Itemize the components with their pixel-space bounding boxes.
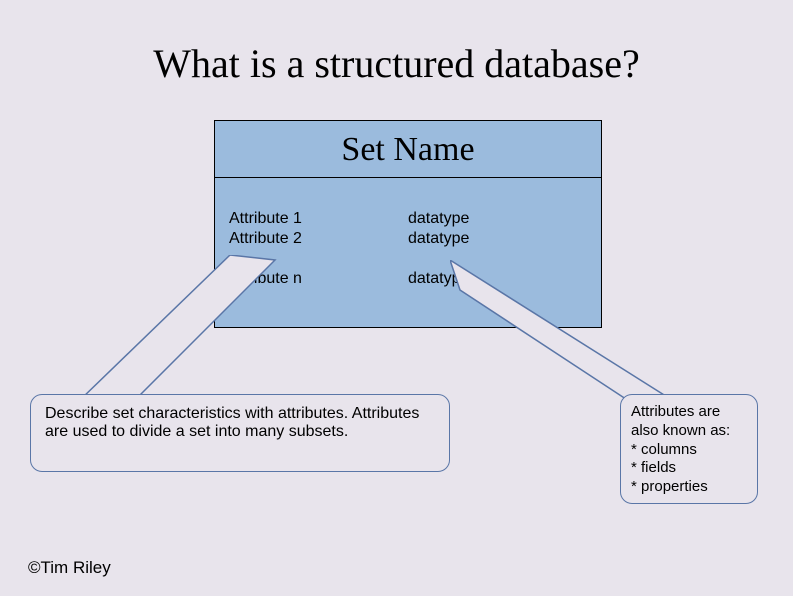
callout-right-item-2: fields: [641, 459, 676, 476]
attr-ellipsis: …: [229, 250, 587, 268]
set-box: Set Name Attribute 1 datatype Attribute …: [214, 120, 602, 328]
callout-left-text: Describe set characteristics with attrib…: [45, 405, 419, 440]
attr-row-1-type: datatype: [408, 210, 587, 228]
footer-copyright: ©Tim Riley: [28, 558, 111, 578]
set-name-label: Set Name: [215, 121, 601, 169]
callout-right-intro: Attributes are also known as:: [631, 403, 730, 439]
attr-row-1-name: Attribute 1: [229, 210, 408, 228]
attr-row-2-type: datatype: [408, 230, 587, 248]
callout-right-item-3: properties: [641, 478, 708, 495]
callout-right-item-1: columns: [641, 441, 697, 458]
attr-row-2-name: Attribute 2: [229, 230, 408, 248]
callout-left: Describe set characteristics with attrib…: [30, 394, 450, 472]
callout-right: Attributes are also known as: * columns …: [620, 394, 758, 504]
attr-row-n-name: Attribute n: [229, 270, 408, 288]
attribute-grid: Attribute 1 datatype Attribute 2 datatyp…: [215, 178, 601, 288]
slide-title: What is a structured database?: [0, 40, 793, 87]
attr-row-n-type: datatype: [408, 270, 587, 288]
